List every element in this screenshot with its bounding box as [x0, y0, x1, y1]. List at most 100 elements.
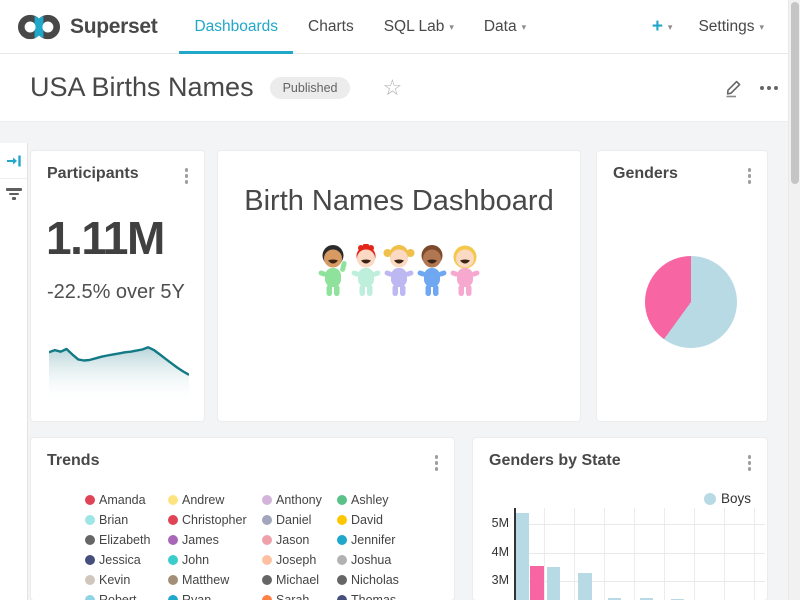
nav-item-label: SQL Lab: [384, 18, 445, 36]
gridline: [604, 508, 605, 600]
legend-color-dot: [262, 515, 272, 525]
gridline: [574, 508, 575, 600]
legend-item-daniel[interactable]: Daniel: [262, 510, 337, 530]
plus-icon: +: [652, 17, 663, 36]
chart-legend: AmandaAndrew Anthony Ashley Brian Christophe…: [85, 490, 448, 600]
chevron-down-icon: ▾: [668, 22, 673, 33]
gridline: [724, 508, 725, 600]
header-actions: [723, 77, 778, 99]
legend-item-sarah[interactable]: Sarah: [262, 590, 337, 600]
legend-label: John: [182, 553, 209, 567]
legend-item-matthew[interactable]: Matthew: [168, 570, 262, 590]
legend-color-dot: [337, 555, 347, 565]
legend-item-john[interactable]: John: [168, 550, 262, 570]
baby-illustration: [449, 244, 481, 303]
legend-label: Sarah: [276, 593, 309, 600]
superset-infinity-icon: [16, 12, 62, 42]
chart-menu-icon[interactable]: [431, 452, 443, 474]
markdown-header-card: Birth Names Dashboard: [217, 150, 581, 422]
legend-item-andrew[interactable]: Andrew: [168, 490, 262, 510]
legend-color-dot: [262, 575, 272, 585]
sparkline-chart: [49, 341, 189, 408]
pie-chart: [645, 256, 737, 348]
legend-label: Brian: [99, 513, 128, 527]
new-item-button[interactable]: + ▾: [652, 17, 673, 36]
gridline: [634, 508, 635, 600]
bar-chart: 5M4M3M: [473, 438, 768, 600]
legend-item-brian[interactable]: Brian: [85, 510, 168, 530]
legend-item-anthony[interactable]: Anthony: [262, 490, 337, 510]
legend-color-dot: [85, 575, 95, 585]
legend-color-dot: [168, 535, 178, 545]
legend-color-dot: [168, 575, 178, 585]
expand-filter-bar-button[interactable]: [0, 143, 27, 179]
legend-item-michael[interactable]: Michael: [262, 570, 337, 590]
superset-logo[interactable]: Superset: [16, 0, 157, 53]
legend-item-joshua[interactable]: Joshua: [337, 550, 448, 570]
legend-item-jennifer[interactable]: Jennifer: [337, 530, 448, 550]
superset-app: Superset DashboardsChartsSQL Lab▾Data▾ +…: [0, 0, 800, 600]
legend-label: Anthony: [276, 493, 322, 507]
nav-item-charts[interactable]: Charts: [293, 0, 369, 53]
top-nav: Superset DashboardsChartsSQL Lab▾Data▾ +…: [0, 0, 800, 54]
baby-illustration: [350, 244, 382, 303]
legend-color-dot: [337, 515, 347, 525]
favorite-star-icon[interactable]: ☆: [382, 77, 402, 99]
legend-color-dot: [262, 555, 272, 565]
legend-item-jason[interactable]: Jason: [262, 530, 337, 550]
published-badge[interactable]: Published: [270, 77, 351, 99]
settings-menu[interactable]: Settings ▾: [698, 18, 764, 36]
legend-color-dot: [168, 595, 178, 600]
legend-color-dot: [85, 555, 95, 565]
chart-title: Genders: [613, 165, 678, 183]
bar-boys[interactable]: [578, 573, 592, 600]
legend-item-nicholas[interactable]: Nicholas: [337, 570, 448, 590]
legend-item-thomas[interactable]: Thomas: [337, 590, 448, 600]
legend-label: Nicholas: [351, 573, 399, 587]
chart-menu-icon[interactable]: [744, 165, 756, 187]
main-menu: Dashboards ChartsSQL Lab▾ Data ▾: [179, 0, 541, 53]
nav-item-label: Data: [484, 18, 517, 36]
big-number-subheader: -22.5% over 5Y: [47, 281, 185, 304]
legend-item-jessica[interactable]: Jessica: [85, 550, 168, 570]
nav-item-dashboards[interactable]: Dashboards: [179, 0, 293, 53]
dashboard-canvas: Participants 1.11M -22.5% over 5Y: [0, 122, 800, 600]
brand-name: Superset: [70, 15, 157, 39]
settings-label: Settings: [698, 18, 754, 36]
legend-item-elizabeth[interactable]: Elizabeth: [85, 530, 168, 550]
page-scrollbar[interactable]: [788, 0, 800, 600]
nav-item-sql-lab[interactable]: SQL Lab▾: [369, 0, 469, 53]
legend-item-christopher[interactable]: Christopher: [168, 510, 262, 530]
legend-item-robert[interactable]: Robert: [85, 590, 168, 600]
legend-color-dot: [85, 495, 95, 505]
legend-item-ryan[interactable]: Ryan: [168, 590, 262, 600]
dashboard-header: USA Births Names Published ☆: [0, 54, 800, 122]
chevron-down-icon: ▾: [522, 22, 527, 33]
chart-title: Participants: [47, 165, 139, 183]
legend-item-kevin[interactable]: Kevin: [85, 570, 168, 590]
chart-menu-icon[interactable]: [181, 165, 193, 187]
legend-item-david[interactable]: David: [337, 510, 448, 530]
scrollbar-thumb[interactable]: [791, 2, 799, 184]
legend-item-ashley[interactable]: Ashley: [337, 490, 448, 510]
legend-item-james[interactable]: James: [168, 530, 262, 550]
bar-boys[interactable]: [516, 513, 529, 600]
legend-item-joseph[interactable]: Joseph: [262, 550, 337, 570]
edit-pencil-icon[interactable]: [723, 77, 744, 99]
participants-card: Participants 1.11M -22.5% over 5Y: [30, 150, 205, 422]
nav-item-label: Dashboards: [194, 18, 278, 36]
nav-item-data[interactable]: Data ▾: [469, 0, 541, 53]
legend-label: Daniel: [276, 513, 311, 527]
filter-icon[interactable]: [0, 179, 27, 200]
more-options-icon[interactable]: [760, 82, 778, 94]
legend-label: Jennifer: [351, 533, 395, 547]
bar-girls[interactable]: [530, 566, 544, 600]
gridline: [694, 508, 695, 600]
legend-color-dot: [262, 495, 272, 505]
gridline: [515, 553, 765, 554]
nav-right-group: + ▾ Settings ▾: [652, 0, 764, 53]
bar-boys[interactable]: [547, 567, 560, 600]
legend-item-amanda[interactable]: Amanda: [85, 490, 168, 510]
legend-color-dot: [337, 535, 347, 545]
filter-bar-collapsed: [0, 143, 28, 600]
